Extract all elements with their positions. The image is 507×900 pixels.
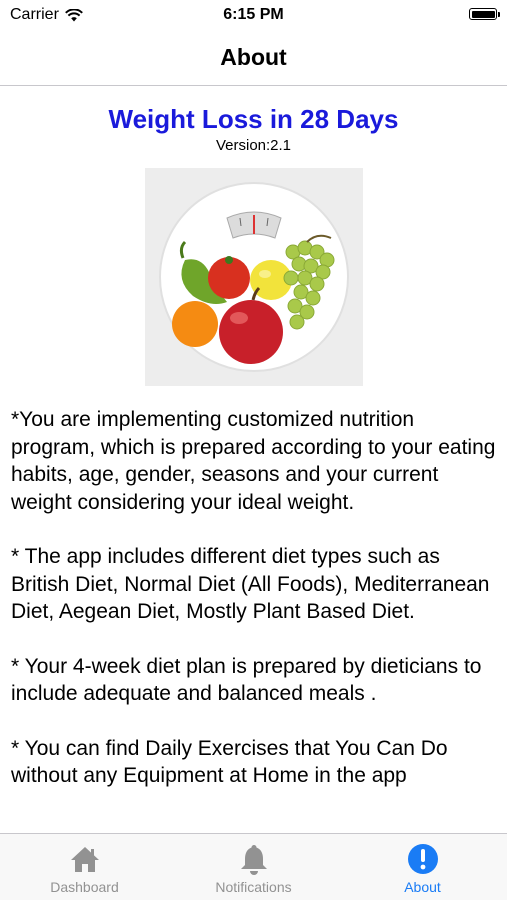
- tab-label: About: [404, 879, 441, 895]
- tab-bar: Dashboard Notifications About: [0, 833, 507, 900]
- status-time: 6:15 PM: [223, 6, 284, 23]
- tab-about[interactable]: About: [338, 834, 507, 900]
- tab-label: Dashboard: [50, 879, 119, 895]
- about-paragraph: * You can find Daily Exercises that You …: [11, 736, 448, 788]
- tab-label: Notifications: [215, 879, 292, 895]
- app-title: Weight Loss in 28 Days: [108, 104, 399, 134]
- tab-notifications[interactable]: Notifications: [169, 834, 338, 900]
- bell-icon: [240, 845, 267, 875]
- about-paragraph: * The app includes different diet types …: [11, 545, 490, 623]
- home-icon: [70, 847, 99, 872]
- fruit-bowl-scale-image: [144, 168, 363, 386]
- app-version: Version:2.1: [215, 137, 292, 154]
- about-paragraph: *You are implementing customized nutriti…: [11, 408, 496, 514]
- info-icon: [407, 844, 438, 874]
- page-title: About: [220, 44, 287, 70]
- status-bar: Carrier 6:15 PM: [0, 0, 507, 30]
- battery-icon: [469, 8, 500, 20]
- about-paragraph: * Your 4-week diet plan is prepared by d…: [11, 654, 482, 706]
- about-content[interactable]: Weight Loss in 28 Days Version:2.1 *You …: [0, 87, 507, 833]
- tab-dashboard[interactable]: Dashboard: [0, 834, 169, 900]
- navigation-bar: About: [0, 30, 507, 86]
